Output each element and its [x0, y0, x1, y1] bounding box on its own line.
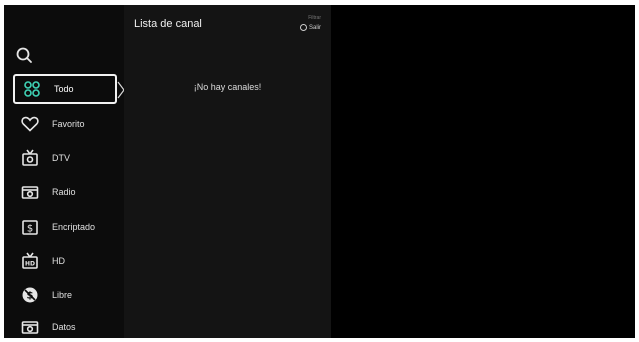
tv-icon — [19, 147, 41, 169]
page-title: Lista de canal — [134, 18, 202, 30]
encrypted-icon: $ — [19, 216, 41, 238]
menu-item-label: Todo — [54, 84, 74, 94]
menu-item-label: DTV — [52, 153, 70, 163]
search-icon[interactable] — [14, 45, 36, 67]
menu-item-encriptado[interactable]: $ Encriptado — [13, 212, 117, 242]
heart-icon — [19, 113, 41, 135]
menu-item-label: Datos — [52, 322, 76, 332]
menu-item-todo[interactable]: Todo — [13, 74, 117, 104]
menu-item-datos[interactable]: Datos — [13, 312, 117, 338]
menu-item-label: Encriptado — [52, 222, 96, 232]
menu-item-label: Radio — [52, 187, 76, 197]
channel-list-panel: Lista de canal Filtrar Salir ¡No hay can… — [124, 5, 331, 338]
video-preview-area — [331, 5, 635, 338]
category-sidebar: Todo Favorito DTV Radio $ Encriptado HD … — [4, 5, 125, 338]
menu-item-label: Libre — [52, 290, 73, 300]
exit-label: Salir — [308, 24, 321, 31]
menu-item-label: Favorito — [52, 119, 85, 129]
menu-item-dtv[interactable]: DTV — [13, 143, 117, 173]
tv-screen: Todo Favorito DTV Radio $ Encriptado HD … — [4, 5, 635, 338]
svg-text:HD: HD — [25, 261, 35, 268]
empty-state-message: ¡No hay canales! — [193, 82, 262, 92]
hd-icon: HD — [19, 250, 41, 272]
menu-item-libre[interactable]: $ Libre — [13, 280, 117, 310]
back-icon — [299, 24, 307, 31]
data-icon — [19, 316, 41, 338]
menu-item-hd[interactable]: HD HD — [13, 246, 117, 276]
menu-item-radio[interactable]: Radio — [13, 177, 117, 207]
radio-icon — [19, 181, 41, 203]
menu-item-label: HD — [52, 256, 65, 266]
filter-hint: Filtrar — [308, 15, 321, 21]
svg-text:$: $ — [27, 224, 33, 235]
grid-icon — [21, 78, 43, 100]
free-icon: $ — [19, 284, 41, 306]
exit-button[interactable]: Salir — [299, 24, 321, 31]
menu-item-favorito[interactable]: Favorito — [13, 109, 117, 139]
